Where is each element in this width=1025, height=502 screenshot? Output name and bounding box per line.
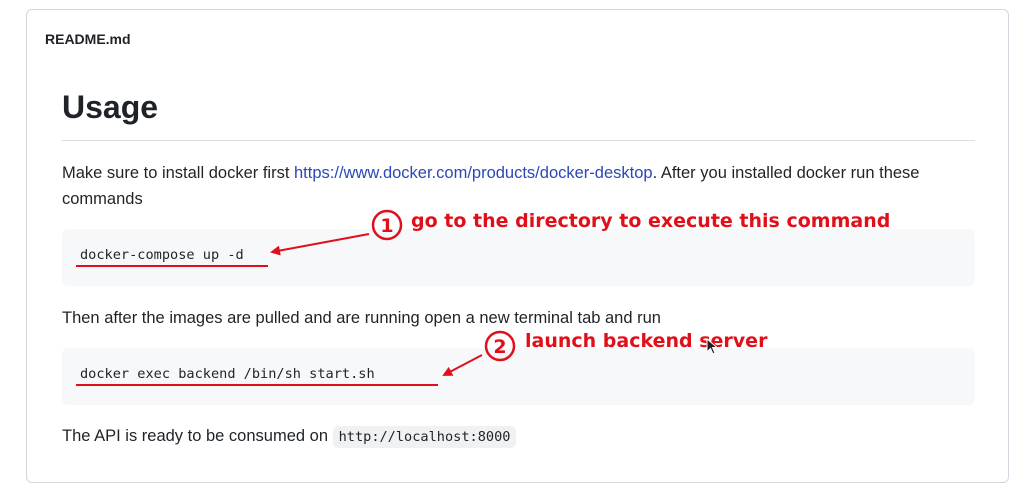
step-1-annotation: go to the directory to execute this comm…: [411, 210, 891, 232]
compose-command: docker-compose up -d: [80, 247, 244, 263]
code-block-exec[interactable]: docker exec backend /bin/sh start.sh: [62, 348, 975, 405]
docker-desktop-link[interactable]: https://www.docker.com/products/docker-d…: [294, 164, 653, 182]
readme-container: README.md Usage Make sure to install doc…: [26, 9, 1009, 483]
intro-text-before-link: Make sure to install docker first: [62, 164, 294, 182]
intro-paragraph: Make sure to install docker first https:…: [62, 160, 962, 212]
readme-filename: README.md: [45, 31, 131, 47]
api-url-code: http://localhost:8000: [332, 426, 517, 448]
mouse-cursor-icon: [706, 338, 719, 355]
api-paragraph: The API is ready to be consumed on http:…: [62, 423, 962, 450]
usage-heading: Usage: [62, 89, 159, 125]
middle-paragraph: Then after the images are pulled and are…: [62, 309, 661, 327]
heading-divider: [62, 140, 975, 141]
step-2-annotation: launch backend server: [525, 330, 768, 352]
exec-command: docker exec backend /bin/sh start.sh: [80, 366, 375, 382]
code-block-compose[interactable]: docker-compose up -d: [62, 229, 975, 286]
api-text: The API is ready to be consumed on: [62, 427, 333, 445]
